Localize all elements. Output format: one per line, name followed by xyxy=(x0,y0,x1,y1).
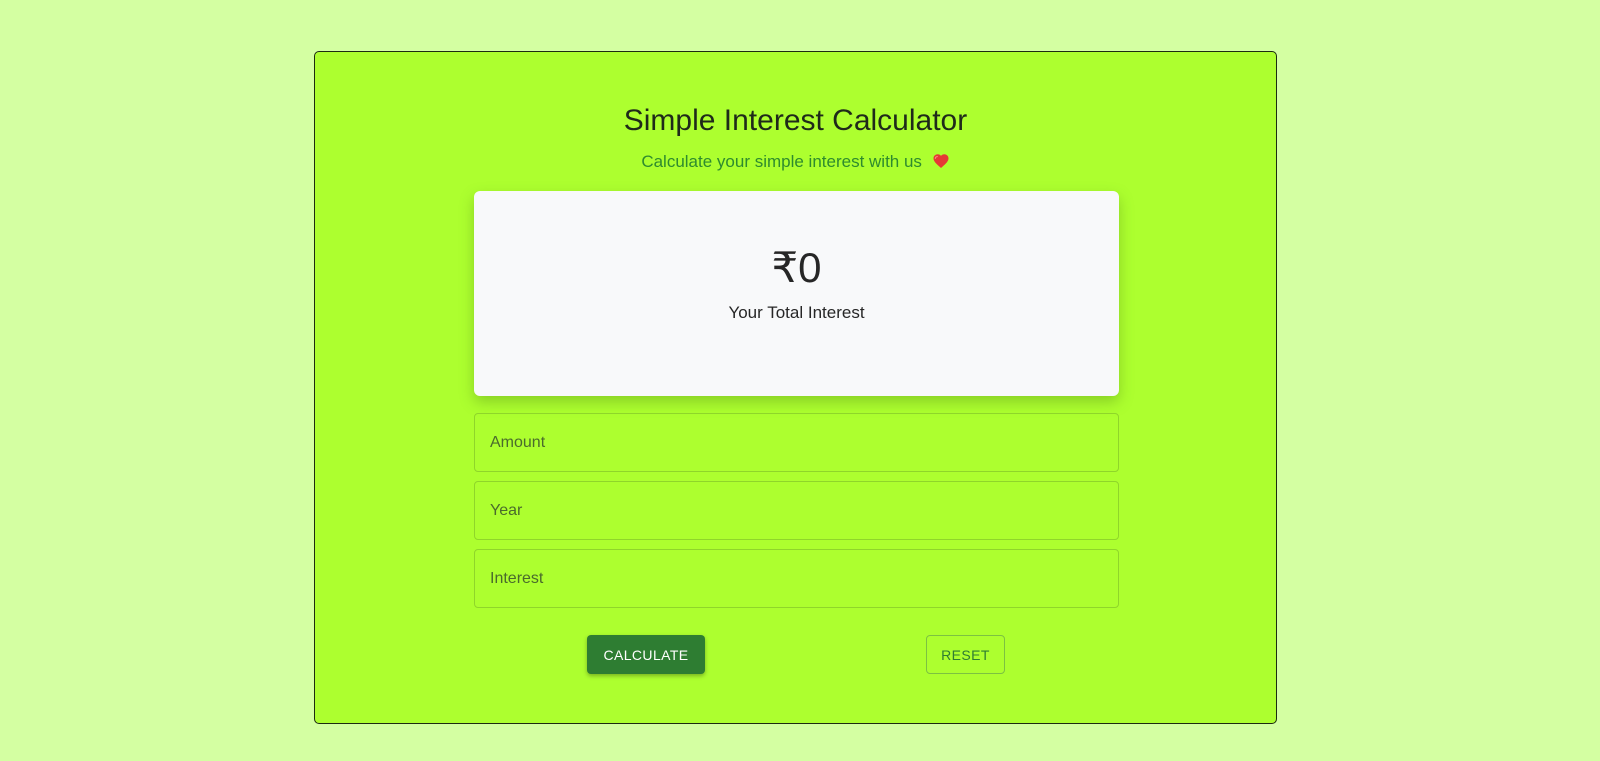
total-interest-label: Your Total Interest xyxy=(728,303,865,322)
amount-input[interactable] xyxy=(474,413,1119,472)
red-heart-icon xyxy=(933,154,949,169)
result-panel: ₹0 Your Total Interest xyxy=(474,191,1119,396)
interest-input[interactable] xyxy=(474,549,1119,608)
subtitle-text: Calculate your simple interest with us xyxy=(641,152,922,171)
year-input[interactable] xyxy=(474,481,1119,540)
calculator-card: Simple Interest Calculator Calculate you… xyxy=(314,51,1277,724)
calculate-button[interactable]: CALCULATE xyxy=(587,635,705,674)
total-interest-value: ₹0 xyxy=(771,244,822,291)
page-title: Simple Interest Calculator xyxy=(623,104,968,137)
reset-button[interactable]: RESET xyxy=(926,635,1005,674)
page-subtitle: Calculate your simple interest with us xyxy=(315,152,1276,172)
